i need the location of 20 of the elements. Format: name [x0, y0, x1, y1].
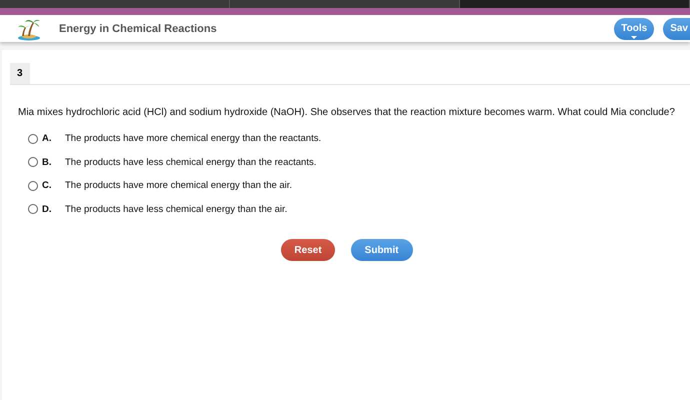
- option-text: The products have less chemical energy than the reactants.: [65, 156, 316, 168]
- radio-button[interactable]: [28, 180, 38, 191]
- option-text: The products have less chemical energy than the air.: [65, 204, 288, 215]
- question-number: 3: [10, 63, 30, 84]
- option-letter: B.: [42, 156, 52, 168]
- caret-icon: [631, 36, 638, 38]
- question-text: Mia mixes hydrochloric acid (HCl) and sodium hydroxide (NaOH). She observes that the reaction mixture becomes warm. What could Mia conclude?: [18, 107, 676, 118]
- radio-button[interactable]: [28, 134, 38, 144]
- save-button[interactable]: Sav: [663, 18, 690, 40]
- reset-button[interactable]: Reset: [281, 239, 335, 261]
- radio-button[interactable]: [28, 157, 38, 168]
- tools-button[interactable]: Tools: [614, 18, 654, 40]
- submit-button[interactable]: Submit: [350, 239, 413, 261]
- app-title: Energy in Chemical Reactions: [59, 22, 218, 34]
- option-letter: A.: [42, 133, 52, 144]
- option-text: The products have more chemical energy than the air.: [65, 180, 292, 192]
- radio-button[interactable]: [28, 204, 38, 214]
- option-letter: C.: [42, 180, 52, 192]
- option-letter: D.: [42, 204, 52, 215]
- option-text: The products have more chemical energy than the reactants.: [65, 133, 322, 144]
